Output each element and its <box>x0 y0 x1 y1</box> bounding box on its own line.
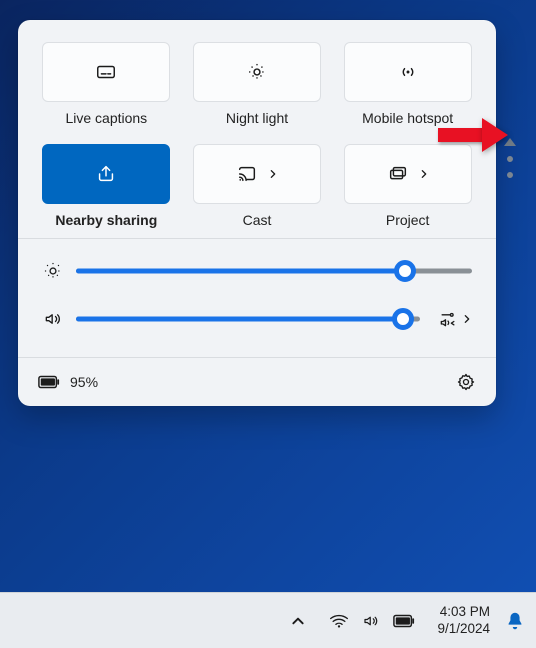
tile-label: Mobile hotspot <box>362 110 453 126</box>
volume-row <box>42 309 472 329</box>
quick-settings-panel: Live captions Night light Mobile hotspot <box>18 20 496 406</box>
nearby-sharing-button[interactable] <box>42 144 170 204</box>
tray-overflow-button[interactable] <box>283 610 313 632</box>
tile-label: Live captions <box>65 110 147 126</box>
mobile-hotspot-button[interactable] <box>344 42 472 102</box>
taskbar-date: 9/1/2024 <box>437 621 490 637</box>
share-icon <box>95 163 117 185</box>
brightness-thumb[interactable] <box>394 260 416 282</box>
tile-label: Cast <box>243 212 272 228</box>
tile-label: Night light <box>226 110 288 126</box>
cast-icon <box>236 163 258 185</box>
scroll-up-button[interactable] <box>504 138 516 146</box>
chevron-right-icon <box>268 169 278 179</box>
volume-icon <box>42 309 64 329</box>
battery-icon <box>393 614 415 628</box>
bell-icon <box>504 610 526 632</box>
live-captions-button[interactable] <box>42 42 170 102</box>
brightness-icon <box>42 261 64 281</box>
panel-footer: 95% <box>18 358 496 406</box>
volume-slider[interactable] <box>76 309 420 329</box>
hotspot-icon <box>397 61 419 83</box>
battery-text: 95% <box>70 374 98 390</box>
tile-label: Nearby sharing <box>55 212 157 228</box>
sliders-section <box>18 239 496 358</box>
audio-output-icon <box>438 309 458 329</box>
volume-output-button[interactable] <box>432 309 472 329</box>
taskbar-time: 4:03 PM <box>437 604 490 620</box>
chevron-right-icon <box>419 169 429 179</box>
quick-actions-grid: Live captions Night light Mobile hotspot <box>18 20 496 239</box>
wifi-icon <box>329 613 349 629</box>
project-icon <box>387 163 409 185</box>
taskbar: 4:03 PM 9/1/2024 <box>0 592 536 648</box>
tile-project: Project <box>343 144 472 228</box>
tile-mobile-hotspot: Mobile hotspot <box>343 42 472 126</box>
settings-button[interactable] <box>456 372 476 392</box>
captions-icon <box>95 61 117 83</box>
scroll-dot <box>507 156 513 162</box>
gear-icon <box>456 372 476 392</box>
battery-status[interactable]: 95% <box>38 374 98 390</box>
volume-fill <box>76 317 403 322</box>
tile-cast: Cast <box>193 144 322 228</box>
tile-live-captions: Live captions <box>42 42 171 126</box>
night-light-button[interactable] <box>193 42 321 102</box>
chevron-right-icon <box>462 314 472 324</box>
tile-night-light: Night light <box>193 42 322 126</box>
taskbar-clock[interactable]: 4:03 PM 9/1/2024 <box>431 602 496 638</box>
chevron-up-icon <box>291 614 305 628</box>
tile-nearby-sharing: Nearby sharing <box>42 144 171 228</box>
notifications-button[interactable] <box>504 610 526 632</box>
cast-button[interactable] <box>193 144 321 204</box>
brightness-fill <box>76 269 405 274</box>
battery-icon <box>38 375 60 389</box>
brightness-row <box>42 261 472 281</box>
tray-network-volume-battery[interactable] <box>321 608 423 634</box>
night-light-icon <box>246 61 268 83</box>
volume-icon <box>361 612 381 630</box>
panel-scroll-affordance <box>504 138 516 178</box>
volume-thumb[interactable] <box>392 308 414 330</box>
scroll-dot <box>507 172 513 178</box>
project-button[interactable] <box>344 144 472 204</box>
tile-label: Project <box>386 212 430 228</box>
brightness-slider[interactable] <box>76 261 472 281</box>
